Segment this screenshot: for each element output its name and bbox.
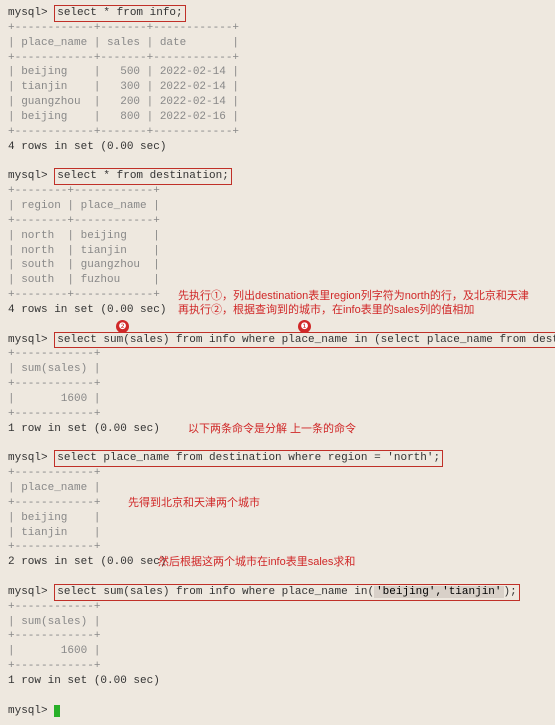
prompt-empty[interactable]: mysql> [8, 704, 547, 719]
query-2: select * from destination; [54, 168, 232, 185]
query-4: select place_name from destination where… [54, 450, 443, 467]
badge-2-icon: ❷ [116, 320, 129, 333]
row: | 1600 | [8, 392, 547, 407]
sep: +------------+ [8, 407, 547, 422]
hdr: | region | place_name | [8, 199, 547, 214]
cmd-line: mysql> select * from destination; [8, 169, 547, 184]
annotation-step2: 再执行②，根据查询到的城市，在info表里的sales列的值相加 [178, 303, 474, 318]
query-5: select sum(sales) from info where place_… [54, 584, 519, 601]
sep: +------------+ [8, 466, 547, 481]
annotation-step1: 先执行①，列出destination表里region列字符为north的行，及北… [178, 289, 529, 304]
row: | guangzhou | 200 | 2022-02-14 | [8, 95, 547, 110]
hdr: | place_name | [8, 481, 547, 496]
msg: 4 rows in set (0.00 sec) [8, 140, 547, 155]
cursor-icon [54, 705, 60, 717]
row: | tianjin | [8, 526, 547, 541]
hdr: | sum(sales) | [8, 615, 547, 630]
row: | south | fuzhou | [8, 273, 547, 288]
row: | beijing | [8, 511, 547, 526]
cmd-line: mysql> select place_name from destinatio… [8, 451, 547, 466]
annotation-sum: 然后根据这两个城市在info表里sales求和 [158, 555, 355, 570]
annotation-cities: 先得到北京和天津两个城市 [128, 496, 260, 511]
msg: 1 row in set (0.00 sec) [8, 674, 547, 689]
sep: +------------+ [8, 496, 547, 511]
hdr: | sum(sales) | [8, 362, 547, 377]
cmd-line: mysql> select sum(sales) from info where… [8, 585, 547, 600]
row: | north | beijing | [8, 229, 547, 244]
sep: +------------+-------+------------+ [8, 125, 547, 140]
prompt: mysql> [8, 7, 48, 19]
highlight: 'beijing','tianjin' [374, 586, 503, 598]
sep: +--------+------------+ [8, 214, 547, 229]
sep: +------------+ [8, 600, 547, 615]
sep: +------------+-------+------------+ [8, 21, 547, 36]
row: | north | tianjin | [8, 244, 547, 259]
row: | beijing | 500 | 2022-02-14 | [8, 65, 547, 80]
sep: +------------+ [8, 629, 547, 644]
sep: +------------+ [8, 347, 547, 362]
badge-1-icon: ❶ [298, 320, 311, 333]
query-1: select * from info; [54, 5, 185, 22]
cmd-line: mysql> select sum(sales) from info where… [8, 333, 547, 348]
sep: +------------+ [8, 540, 547, 555]
row: | south | guangzhou | [8, 258, 547, 273]
annotation-split: 以下两条命令是分解 上一条的命令 [188, 422, 356, 437]
row: | tianjin | 300 | 2022-02-14 | [8, 80, 547, 95]
row: | beijing | 800 | 2022-02-16 | [8, 110, 547, 125]
sep: +------------+ [8, 659, 547, 674]
hdr: | place_name | sales | date | [8, 36, 547, 51]
sep: +--------+------------+ [8, 184, 547, 199]
cmd-line: mysql> select * from info; [8, 6, 547, 21]
query-3: select sum(sales) from info where place_… [54, 332, 555, 349]
sep: +------------+ [8, 377, 547, 392]
row: | 1600 | [8, 644, 547, 659]
sep: +------------+-------+------------+ [8, 51, 547, 66]
